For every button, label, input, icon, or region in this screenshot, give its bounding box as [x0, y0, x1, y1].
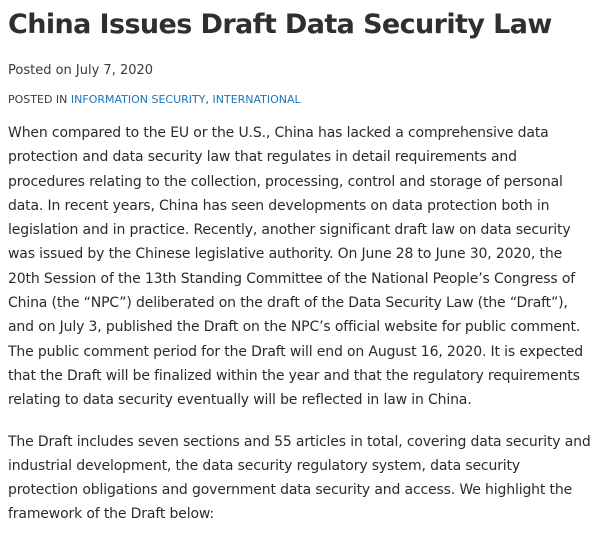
category-separator: , — [205, 93, 213, 106]
category-link-international[interactable]: INTERNATIONAL — [213, 93, 301, 106]
posted-in-label: POSTED IN — [8, 93, 71, 106]
posted-date: Posted on July 7, 2020 — [8, 63, 154, 78]
category-link-information-security[interactable]: INFORMATION SECURITY — [71, 93, 206, 106]
article-title: China Issues Draft Data Security Law — [8, 9, 552, 40]
article-paragraph-1: When compared to the EU or the U.S., Chi… — [8, 125, 583, 409]
article-paragraph-2: The Draft includes seven sections and 55… — [8, 433, 591, 523]
posted-in-categories: POSTED IN INFORMATION SECURITY, INTERNAT… — [8, 92, 592, 108]
article: China Issues Draft Data Security Law Pos… — [0, 0, 600, 534]
